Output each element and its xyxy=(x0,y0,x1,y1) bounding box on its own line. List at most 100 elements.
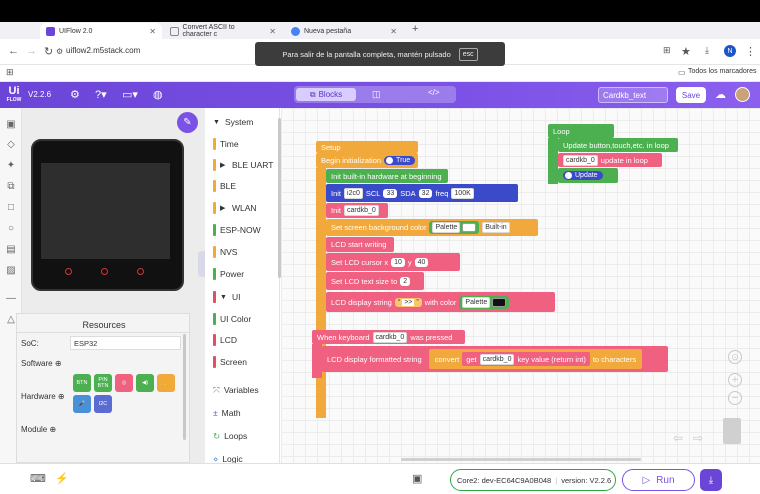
builtin-dropdown[interactable]: Built-in xyxy=(482,222,510,233)
palette-selector[interactable]: Palette xyxy=(459,295,510,309)
update-toggle-block[interactable]: Update xyxy=(558,168,618,183)
display-formatted-block[interactable]: LCD display formatted string convert get… xyxy=(322,346,668,372)
close-icon[interactable]: ✕ xyxy=(269,27,276,36)
category-ble[interactable]: BLE xyxy=(213,178,236,194)
hw-speaker-icon[interactable]: ◀) xyxy=(136,374,154,392)
new-tab-button[interactable]: + xyxy=(412,23,418,35)
device-screen[interactable] xyxy=(41,163,170,259)
button-c[interactable] xyxy=(137,268,144,275)
hw-rgb-icon[interactable]: ◎ xyxy=(115,374,133,392)
project-name-input[interactable]: Cardkb_text xyxy=(598,87,668,103)
sda-field[interactable]: 32 xyxy=(418,188,433,198)
cursor-x-field[interactable]: 10 xyxy=(391,257,405,267)
undo-icon[interactable]: ⇦ xyxy=(673,431,683,445)
init-cardkb-block[interactable]: Init cardkb_0 xyxy=(326,203,388,218)
set-text-size-block[interactable]: Set LCD text size to 2 xyxy=(326,272,424,290)
update-toggle[interactable]: Update xyxy=(563,171,603,180)
center-icon[interactable]: ⊙ xyxy=(728,350,742,364)
convert-block[interactable]: convert get cardkb_0 key value (return i… xyxy=(428,349,643,369)
category-ui[interactable]: ▼ UI xyxy=(213,289,241,305)
planet-icon[interactable]: ◍ xyxy=(153,88,163,101)
category-power[interactable]: Power xyxy=(213,266,244,282)
category-screen[interactable]: Screen xyxy=(213,354,247,370)
category-variables[interactable]: ⤧ Variables xyxy=(213,382,259,398)
cursor-y-field[interactable]: 40 xyxy=(414,257,429,267)
category-time[interactable]: Time xyxy=(213,136,239,152)
category-nvs[interactable]: NVS xyxy=(213,244,237,260)
profile-avatar[interactable]: N xyxy=(724,45,736,57)
display-string-block[interactable]: LCD display string “>>” with color Palet… xyxy=(326,292,555,312)
category-ui-color[interactable]: UI Color xyxy=(213,311,251,327)
forward-icon[interactable]: → xyxy=(26,45,37,57)
save-button[interactable]: Save xyxy=(676,87,706,103)
tag-icon[interactable]: ◇ xyxy=(5,139,17,151)
tab-convert[interactable]: Convert ASCII to character c ✕ xyxy=(164,23,282,39)
tab-uiflow[interactable]: UIFlow 2.0 ✕ xyxy=(40,23,162,39)
tab-new[interactable]: Nueva pestaña ✕ xyxy=(285,23,403,39)
hw-pin-btn[interactable]: PIN BTN xyxy=(94,374,112,392)
lcd-start-block[interactable]: LCD start writing xyxy=(326,237,394,252)
device-status[interactable]: Core2: dev-EC64C9A0B048 | version: V2.2.… xyxy=(450,469,616,491)
download-to-device-button[interactable]: ⤓ xyxy=(700,469,722,491)
button-a[interactable] xyxy=(65,268,72,275)
init-hw-block[interactable]: Init built-in hardware at beginning xyxy=(326,169,448,183)
device-icon[interactable]: ▣ xyxy=(5,119,17,131)
download-icon[interactable]: ⤓ xyxy=(705,45,709,56)
terminal-icon[interactable]: ⌨ xyxy=(30,472,46,485)
bookmark-star-icon[interactable]: ★ xyxy=(681,45,691,58)
get-key-block[interactable]: get cardkb_0 key value (return int) xyxy=(462,352,590,366)
freq-dropdown[interactable]: 100K xyxy=(451,187,474,199)
cardkb-update-block[interactable]: cardkb_0 update in loop xyxy=(558,153,662,167)
prompt-string[interactable]: “>>” xyxy=(394,297,422,307)
hardware-label[interactable]: Hardware ⊕ xyxy=(21,392,65,401)
redo-icon[interactable]: ⇨ xyxy=(693,431,703,445)
component-icon[interactable]: ⧉ xyxy=(5,181,17,193)
category-math[interactable]: ± Math xyxy=(213,405,241,421)
true-toggle[interactable]: True xyxy=(384,156,416,165)
line-icon[interactable]: — xyxy=(5,293,17,305)
cardkb-dropdown[interactable]: cardkb_0 xyxy=(479,353,515,365)
help-icon[interactable]: ?▾ xyxy=(95,88,107,101)
resources-scrollbar[interactable] xyxy=(183,334,186,440)
setup-block[interactable]: Setup xyxy=(316,141,418,153)
apps-grid-icon[interactable]: ⊞ xyxy=(6,67,14,78)
device-icon[interactable]: ▣ xyxy=(412,472,422,485)
run-button[interactable]: ▷ Run xyxy=(622,469,695,491)
reload-icon[interactable]: ↻ xyxy=(44,45,53,58)
text-size-field[interactable]: 2 xyxy=(400,276,411,286)
translate-icon[interactable]: ⊞ xyxy=(663,45,671,56)
category-system[interactable]: ▼ System xyxy=(213,114,253,130)
square-icon[interactable]: □ xyxy=(5,202,17,214)
blocks-workspace[interactable]: Setup Begin initialization True Init bui… xyxy=(281,108,760,463)
zoom-in-icon[interactable]: + xyxy=(728,373,742,387)
begin-init-block[interactable]: Begin initialization True xyxy=(316,153,418,168)
category-ble-uart[interactable]: ▶ BLE UART xyxy=(213,157,273,173)
menu-icon[interactable]: ⋮ xyxy=(745,45,756,58)
close-icon[interactable]: ✕ xyxy=(390,27,397,36)
scl-field[interactable]: 33 xyxy=(383,188,398,198)
when-keyboard-block[interactable]: When keyboard cardkb_0 was pressed xyxy=(312,330,465,344)
category-lcd[interactable]: LCD xyxy=(213,332,237,348)
hw-mic-icon[interactable]: 🎤 xyxy=(73,395,91,413)
button-b[interactable] xyxy=(101,268,108,275)
code-view-icon[interactable]: </> xyxy=(428,88,440,97)
palette-selector[interactable]: Palette xyxy=(429,221,480,234)
user-avatar[interactable] xyxy=(735,87,750,102)
hw-touch-icon[interactable]: ☝ xyxy=(157,374,175,392)
module-label[interactable]: Module ⊕ xyxy=(21,425,56,434)
init-i2c-block[interactable]: Init i2c0 SCL 33 SDA 32 freq 100K xyxy=(326,184,518,202)
folder-open-icon[interactable]: ▭▾ xyxy=(122,88,138,101)
cardkb-dropdown[interactable]: cardkb_0 xyxy=(563,154,598,166)
software-label[interactable]: Software ⊕ xyxy=(21,359,62,368)
circle-icon[interactable]: ○ xyxy=(5,223,17,235)
image-icon[interactable]: ▤ xyxy=(5,244,17,256)
puzzle-icon[interactable]: ✦ xyxy=(5,160,17,172)
hw-btn[interactable]: BTN xyxy=(73,374,91,392)
site-info-icon[interactable]: ⚙ xyxy=(56,47,63,56)
zoom-out-icon[interactable]: − xyxy=(728,391,742,405)
trash-icon[interactable] xyxy=(723,418,741,444)
cloud-icon[interactable]: ☁ xyxy=(715,88,726,101)
url-field[interactable]: uiflow2.m5stack.com xyxy=(66,46,140,55)
blocks-view-button[interactable]: ⧉ Blocks xyxy=(296,88,356,101)
cardkb-dropdown[interactable]: cardkb_0 xyxy=(344,205,379,216)
